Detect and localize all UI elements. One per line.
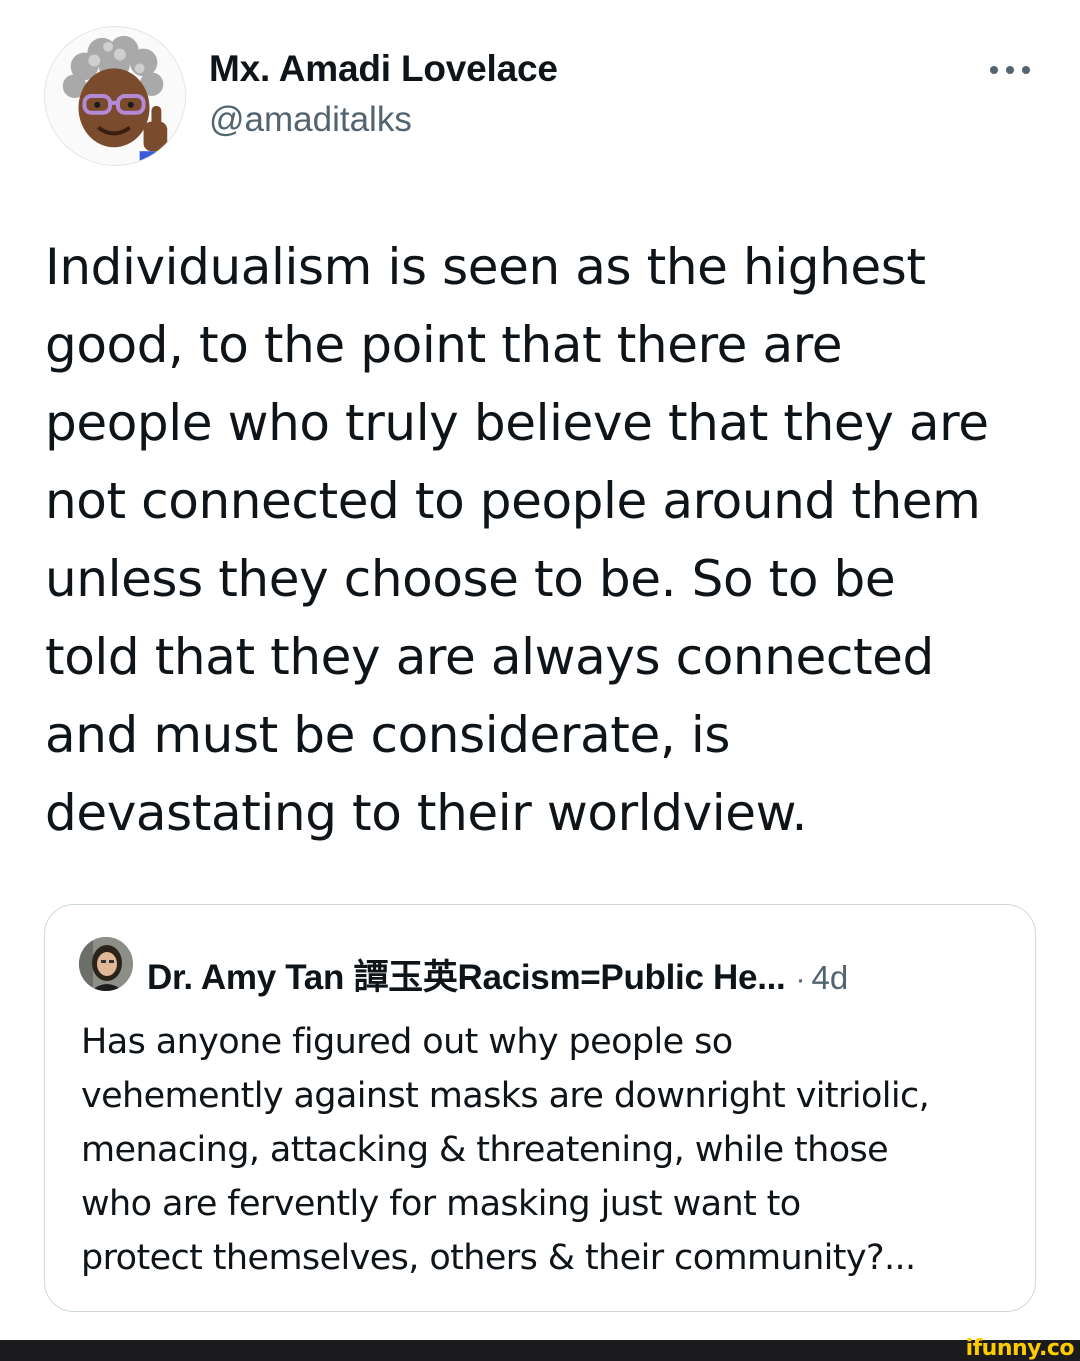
tweet-text-line: told that they are always connected xyxy=(45,628,934,686)
author-avatar[interactable] xyxy=(44,26,186,166)
tweet-text-line: devastating to their worldview. xyxy=(45,784,808,842)
separator-dot: · xyxy=(795,963,806,996)
more-options-button[interactable] xyxy=(986,56,1034,84)
tweet-text-line: good, to the point that there are xyxy=(45,316,843,374)
quoted-tweet-header: Dr. Amy Tan 譚玉英Racism=Public He... · 4d xyxy=(147,949,848,997)
quoted-text-line: Has anyone figured out why people so xyxy=(81,1022,733,1062)
quoted-text-line: vehemently against masks are downright v… xyxy=(81,1076,930,1116)
tweet: Mx. Amadi Lovelace @amaditalks Individua… xyxy=(0,0,1080,1340)
more-horizontal-icon xyxy=(990,66,1030,74)
tweet-text-line: not connected to people around them xyxy=(45,472,981,530)
author-name[interactable]: Mx. Amadi Lovelace xyxy=(209,48,558,90)
quoted-text-line: menacing, attacking & threatening, while… xyxy=(81,1130,889,1170)
quoted-text-line: protect themselves, others & their commu… xyxy=(81,1238,916,1278)
tweet-text: Individualism is seen as the highest goo… xyxy=(45,228,1045,852)
tweet-text-line: and must be considerate, is xyxy=(45,706,731,764)
quoted-tweet-text: Has anyone figured out why people so veh… xyxy=(81,1015,1021,1285)
memoji-avatar-icon xyxy=(62,35,170,165)
quoted-tweet-card[interactable]: Dr. Amy Tan 譚玉英Racism=Public He... · 4d … xyxy=(44,904,1036,1312)
tweet-text-line: Individualism is seen as the highest xyxy=(45,238,926,296)
profile-photo-icon xyxy=(79,937,133,991)
watermark-bar xyxy=(0,1340,1080,1361)
quoted-author-avatar[interactable] xyxy=(79,937,133,991)
ifunny-watermark: ifunny.co xyxy=(965,1336,1075,1361)
author-handle[interactable]: @amaditalks xyxy=(209,100,412,140)
tweet-text-line: people who truly believe that they are xyxy=(45,394,989,452)
quoted-author-name[interactable]: Dr. Amy Tan 譚玉英Racism=Public He... xyxy=(147,949,786,1000)
tweet-text-line: unless they choose to be. So to be xyxy=(45,550,896,608)
quoted-tweet-timestamp[interactable]: 4d xyxy=(811,959,848,997)
quoted-text-line: who are fervently for masking just want … xyxy=(81,1184,801,1224)
